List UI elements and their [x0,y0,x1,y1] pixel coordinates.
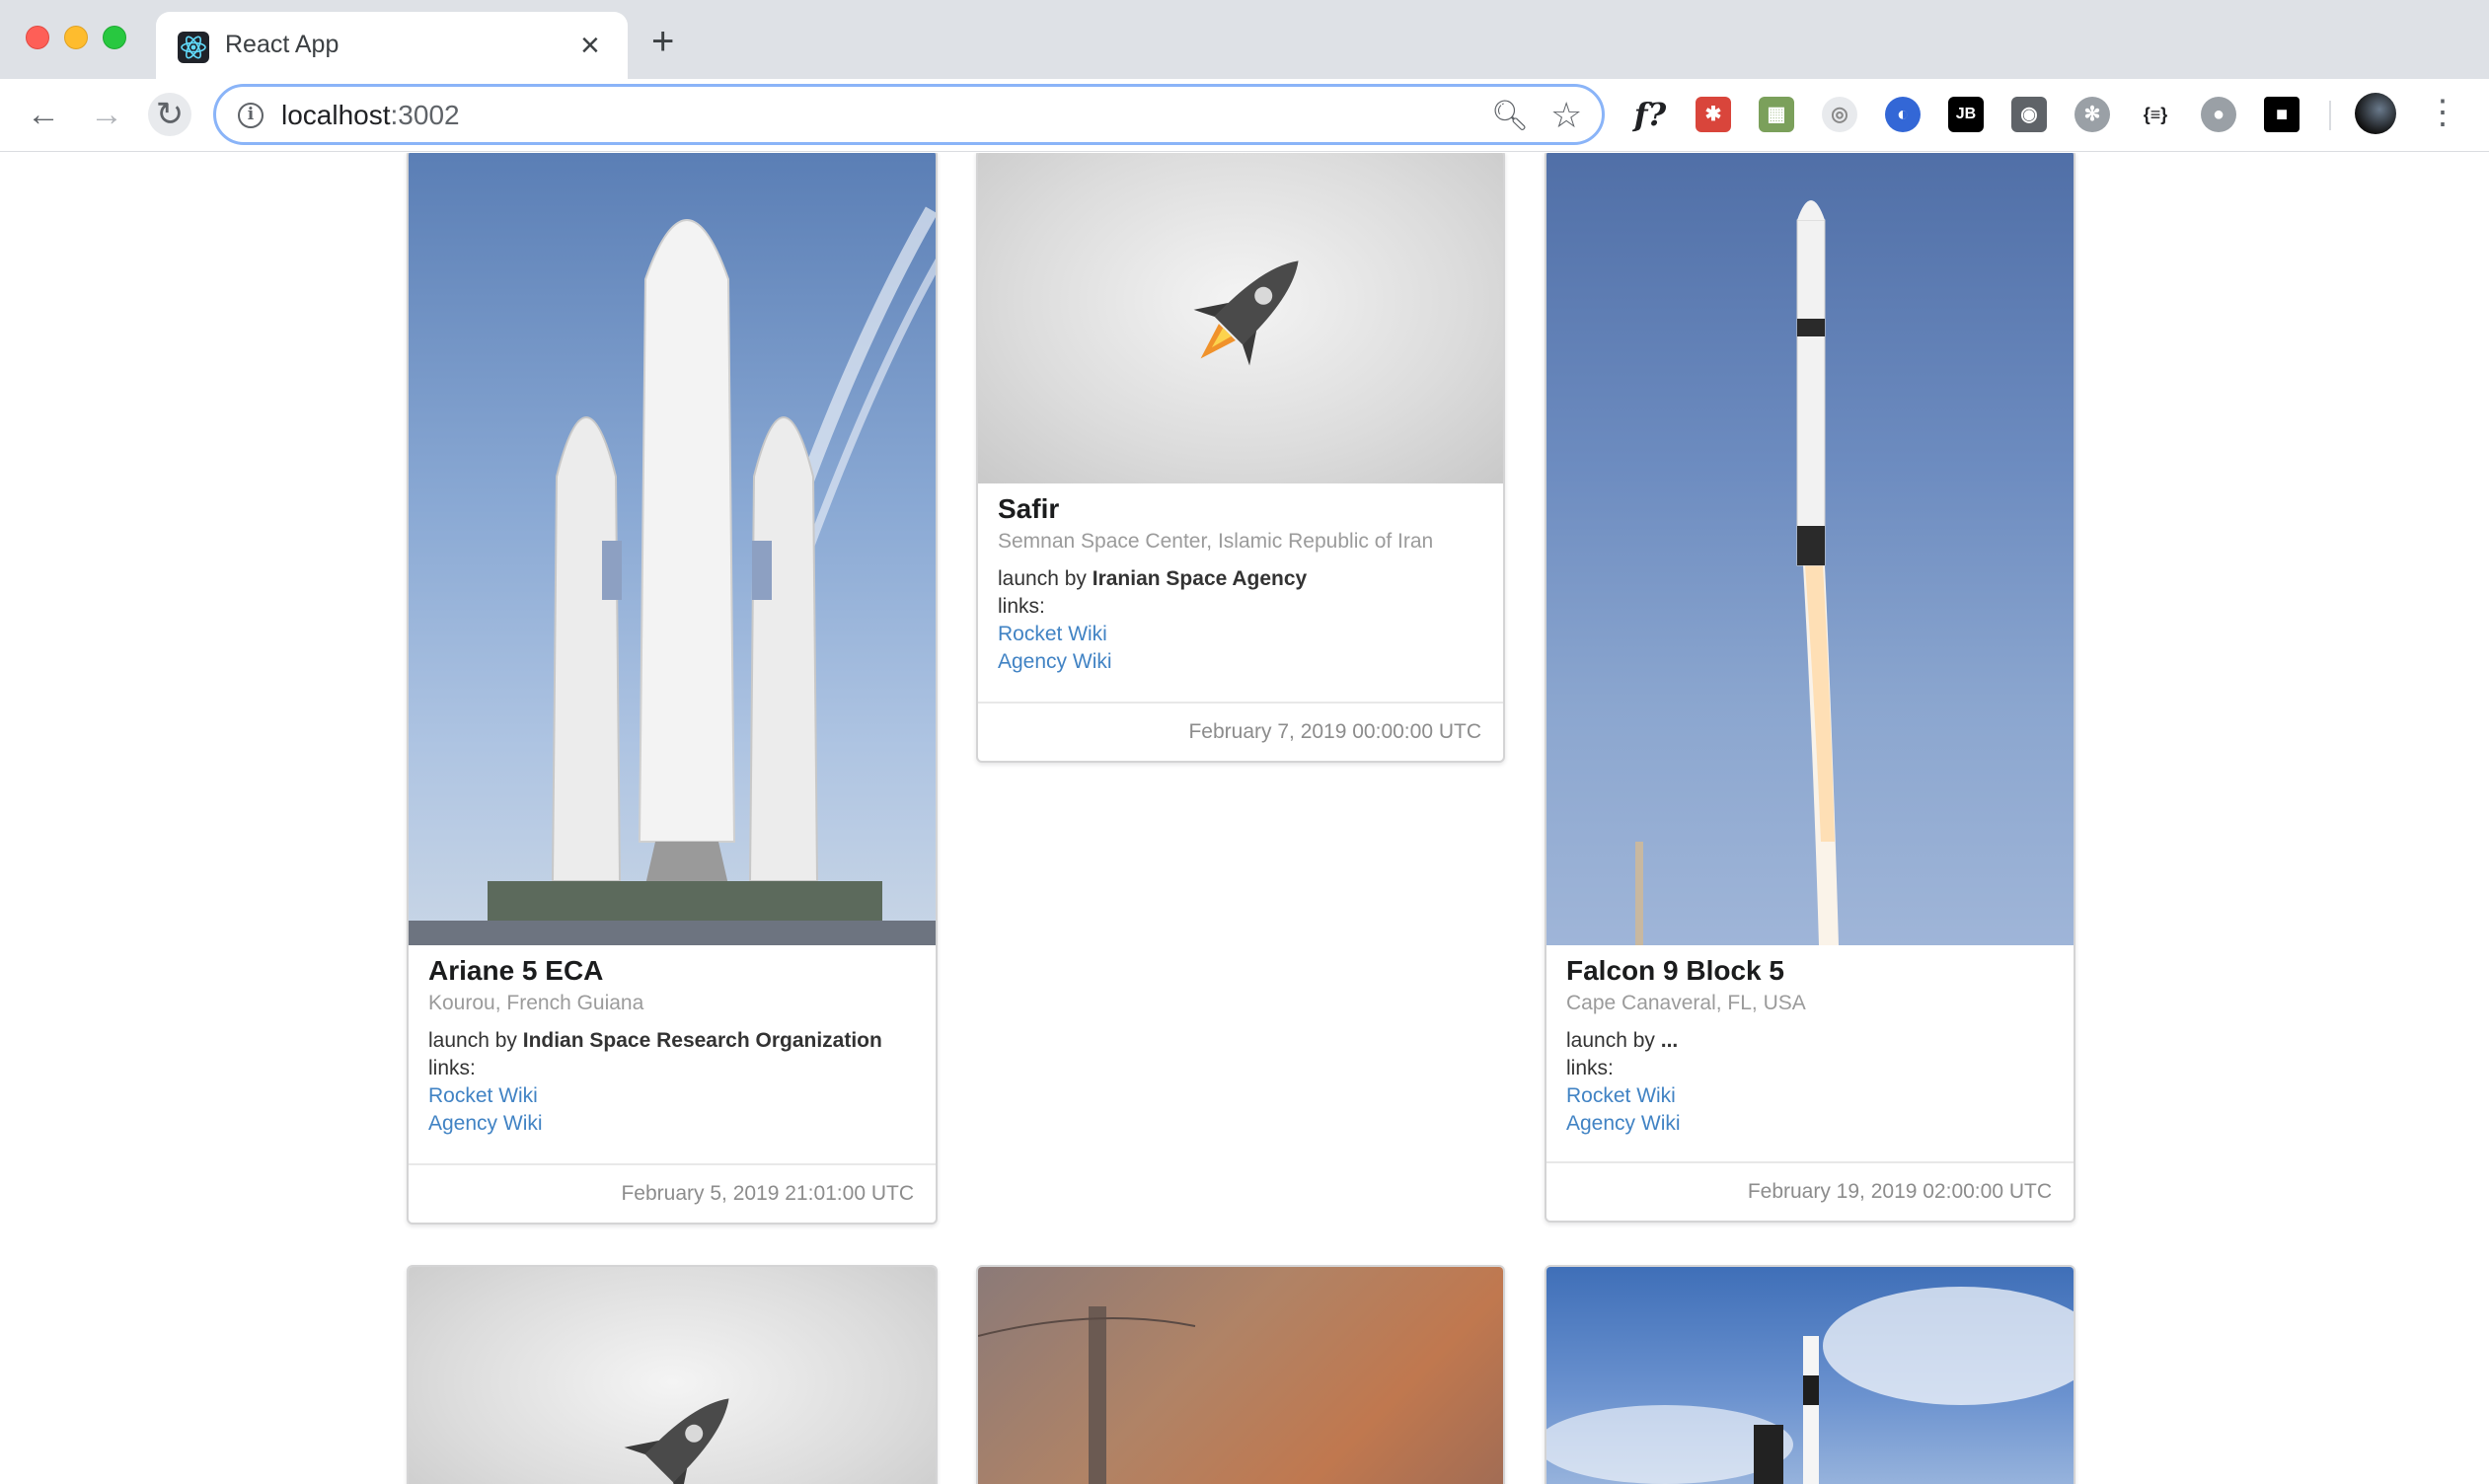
more-menu-icon[interactable]: ⋮ [2426,91,2459,134]
rocket-placeholder-image [978,153,1503,483]
reload-icon[interactable]: ↻ [148,93,191,136]
ext-globe-icon[interactable]: ▦ [1759,97,1794,132]
json-ext-icon[interactable]: {≡} [2138,97,2173,132]
launch-by-label: launch by [428,1029,523,1052]
zoom-icon[interactable]: 🔍︎ [1491,99,1529,133]
ext-gear-icon[interactable]: ✻ [2074,97,2110,132]
tab-title: React App [225,31,339,58]
launch-description: launch by Iranian Space Agency [998,565,1487,593]
browser-toolbar: ← → ↻ i localhost:3002 🔍︎ ☆ f? ✱ ▦ ◎ ◐ J… [0,79,2489,152]
rocket-wiki-link[interactable]: Rocket Wiki [428,1082,920,1110]
launch-description: launch by Indian Space Research Organiza… [428,1027,920,1055]
react-icon [178,32,209,63]
launch-date: February 7, 2019 00:00:00 UTC [1188,720,1481,743]
rocket-name: Falcon 9 Block 5 [1566,955,1784,986]
launch-card: Falcon 9 Block 5 Cape Canaveral, FL, USA… [1545,153,2075,1223]
close-tab-icon[interactable]: × [580,26,600,65]
links-label: links: [428,1057,476,1079]
card-footer: February 19, 2019 02:00:00 UTC [1546,1161,2074,1221]
agency-wiki-link[interactable]: Agency Wiki [1566,1110,2058,1138]
rocket-placeholder-image [409,1267,936,1484]
card-content: Safir Semnan Space Center, Islamic Repub… [998,490,1487,676]
launch-location: Semnan Space Center, Islamic Republic of… [998,530,1434,553]
close-window-button[interactable] [26,26,49,49]
rocket-name: Safir [998,493,1060,524]
launch-card [1545,1265,2075,1484]
launch-card [407,1265,938,1484]
launch-date: February 19, 2019 02:00:00 UTC [1747,1180,2052,1203]
card-footer: February 7, 2019 00:00:00 UTC [978,702,1503,761]
bug-icon[interactable]: ● [2201,97,2236,132]
bookmark-star-icon[interactable]: ☆ [1550,95,1582,136]
launch-location: Cape Canaveral, FL, USA [1566,992,1806,1014]
url-port: :3002 [390,100,460,130]
agency-name: ... [1660,1029,1679,1052]
launch-card: Safir Semnan Space Center, Islamic Repub… [976,153,1505,763]
toolbar-divider [2329,101,2331,130]
browser-tab[interactable]: React App × [156,12,628,79]
video-camera-icon[interactable]: ■ [2264,97,2300,132]
ext-red-icon[interactable]: ✱ [1696,97,1731,132]
forward-arrow-icon[interactable]: → [85,93,128,136]
jetbrains-icon[interactable]: JB [1948,97,1984,132]
card-footer: February 5, 2019 21:01:00 UTC [409,1163,936,1223]
lightbulb-icon[interactable]: ◉ [2011,97,2047,132]
card-content: Falcon 9 Block 5 Cape Canaveral, FL, USA… [1566,952,2058,1138]
launch-date: February 5, 2019 21:01:00 UTC [621,1182,914,1205]
agency-name: Iranian Space Agency [1092,567,1308,590]
new-tab-icon[interactable]: + [651,22,674,61]
browser-tab-bar: React App × + [0,0,2489,79]
launch-location: Kourou, French Guiana [428,992,644,1014]
rocket-wiki-link[interactable]: Rocket Wiki [998,621,1487,648]
rocket-image [978,1267,1503,1484]
rocket-wiki-link[interactable]: Rocket Wiki [1566,1082,2058,1110]
address-bar[interactable]: i localhost:3002 🔍︎ ☆ [213,84,1605,145]
launch-card [976,1265,1505,1484]
info-icon[interactable]: i [238,103,264,128]
page-viewport: Ariane 5 ECA Kourou, French Guiana launc… [0,153,2489,1484]
profile-avatar[interactable] [2355,93,2396,134]
launch-by-label: launch by [1566,1029,1661,1052]
card-content: Ariane 5 ECA Kourou, French Guiana launc… [428,952,920,1138]
launch-description: launch by ... [1566,1027,2058,1055]
rocket-name: Ariane 5 ECA [428,955,604,986]
links-label: links: [1566,1057,1614,1079]
ext-target-icon[interactable]: ◎ [1822,97,1857,132]
launch-by-label: launch by [998,567,1093,590]
launch-card: Ariane 5 ECA Kourou, French Guiana launc… [407,153,938,1224]
agency-wiki-link[interactable]: Agency Wiki [428,1110,920,1138]
rocket-image [1546,153,2074,945]
rocket-image [409,153,936,945]
url-host: localhost [281,100,391,130]
back-arrow-icon[interactable]: ← [22,93,65,136]
links-label: links: [998,595,1045,618]
function-ext-icon[interactable]: f? [1632,97,1668,132]
maximize-window-button[interactable] [103,26,126,49]
ext-blue-circle-icon[interactable]: ◐ [1885,97,1921,132]
url-text[interactable]: localhost:3002 [281,100,460,131]
agency-wiki-link[interactable]: Agency Wiki [998,648,1487,676]
rocket-image [1546,1267,2074,1484]
minimize-window-button[interactable] [64,26,88,49]
agency-name: Indian Space Research Organization [522,1029,882,1052]
